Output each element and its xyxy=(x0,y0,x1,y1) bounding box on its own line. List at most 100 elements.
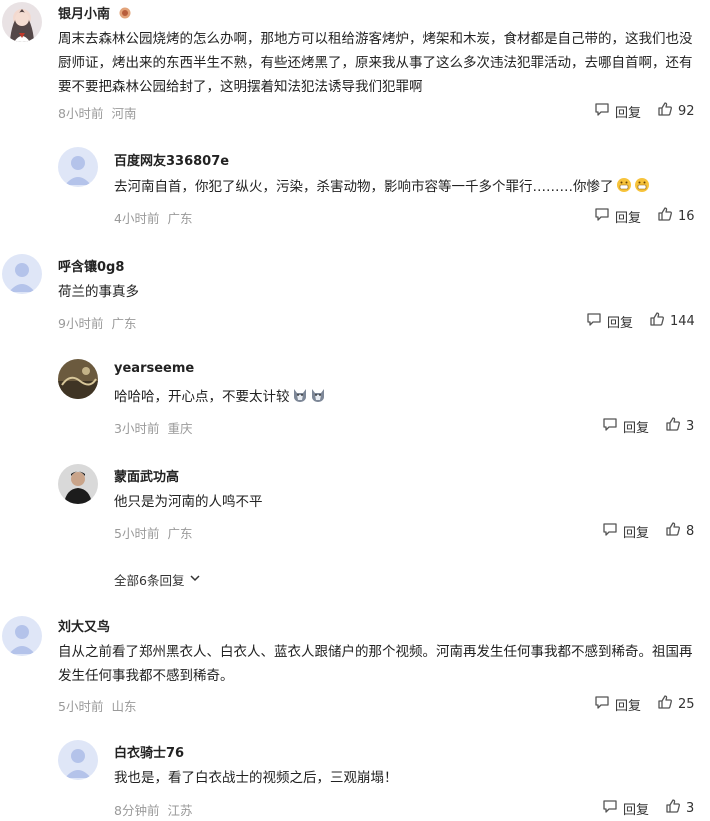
comment-meta: 5小时前 山东 xyxy=(58,696,136,715)
timestamp: 9小时前 xyxy=(58,316,104,331)
husky-emoji-icon xyxy=(292,387,308,411)
avatar[interactable] xyxy=(58,359,98,399)
timestamp: 5小时前 xyxy=(114,526,160,541)
comment-meta: 8小时前 河南 xyxy=(58,103,136,122)
reply-label[interactable]: 回复 xyxy=(623,417,649,436)
like-count[interactable]: 25 xyxy=(678,697,695,712)
like-count[interactable]: 3 xyxy=(686,419,694,434)
comment-bubble-icon xyxy=(602,521,623,541)
reply-button[interactable]: 回复 xyxy=(594,101,641,121)
reply-button[interactable]: 回复 xyxy=(602,416,649,436)
location: 河南 xyxy=(111,106,137,121)
username[interactable]: 百度网友336807e xyxy=(114,150,229,169)
comment-text: 去河南自首，你犯了纵火，污染，杀害动物，影响市容等一千多个罪行………你惨了 xyxy=(114,175,700,201)
location: 广东 xyxy=(167,526,193,541)
timestamp: 8小时前 xyxy=(58,106,104,121)
comment-meta: 8分钟前 江苏 xyxy=(114,800,192,819)
grimace-emoji-icon xyxy=(634,177,650,201)
reply-button[interactable]: 回复 xyxy=(602,521,649,541)
show-all-replies-label[interactable]: 全部6条回复 xyxy=(114,570,184,589)
timestamp: 8分钟前 xyxy=(114,803,160,818)
location: 山东 xyxy=(111,699,137,714)
comment-meta: 3小时前 重庆 xyxy=(114,418,192,437)
comment-text: 他只是为河南的人鸣不平 xyxy=(114,494,263,510)
grimace-emoji-icon xyxy=(616,177,632,201)
thumbs-up-icon xyxy=(657,101,678,121)
like-count[interactable]: 3 xyxy=(686,801,694,816)
like-button[interactable]: 25 xyxy=(657,694,695,714)
thumbs-up-icon xyxy=(665,798,686,818)
comment-actions: 回复 16 xyxy=(594,206,695,226)
avatar[interactable] xyxy=(2,254,42,294)
thumbs-up-icon xyxy=(665,416,686,436)
like-count[interactable]: 16 xyxy=(678,209,695,224)
comment-actions: 回复 25 xyxy=(594,694,695,714)
like-button[interactable]: 3 xyxy=(665,416,694,436)
location: 广东 xyxy=(111,316,137,331)
avatar[interactable] xyxy=(2,616,42,656)
location: 广东 xyxy=(167,211,193,226)
comment-actions: 回复 144 xyxy=(586,311,695,331)
thumbs-up-icon xyxy=(657,206,678,226)
comment-bubble-icon xyxy=(602,416,623,436)
reply-label[interactable]: 回复 xyxy=(607,312,633,331)
reply-label[interactable]: 回复 xyxy=(623,522,649,541)
timestamp: 3小时前 xyxy=(114,421,160,436)
comment-bubble-icon xyxy=(594,101,615,121)
comment-text: 哈哈哈，开心点，不要太计较 xyxy=(114,385,700,411)
comment-actions: 回复 8 xyxy=(602,521,694,541)
like-button[interactable]: 8 xyxy=(665,521,694,541)
avatar[interactable] xyxy=(58,147,98,187)
like-button[interactable]: 3 xyxy=(665,798,694,818)
username-text[interactable]: 银月小南 xyxy=(58,7,110,22)
reply-label[interactable]: 回复 xyxy=(615,207,641,226)
timestamp: 5小时前 xyxy=(58,699,104,714)
comment-text: 我也是，看了白衣战士的视频之后，三观崩塌！ xyxy=(114,770,398,786)
comment-text: 自从之前看了郑州黑衣人、白衣人、蓝衣人跟储户的那个视频。河南再发生任何事我都不感… xyxy=(58,644,693,684)
comment-text-body: 去河南自首，你犯了纵火，污染，杀害动物，影响市容等一千多个罪行………你惨了 xyxy=(114,179,614,195)
chevron-down-icon xyxy=(184,572,201,587)
comment-actions: 回复 3 xyxy=(602,798,694,818)
show-all-replies-button[interactable]: 全部6条回复 xyxy=(114,570,201,589)
comment-text: 荷兰的事真多 xyxy=(58,284,139,300)
comment-meta: 4小时前 广东 xyxy=(114,208,192,227)
username[interactable]: yearseeme xyxy=(114,361,194,376)
reply-label[interactable]: 回复 xyxy=(615,102,641,121)
avatar[interactable] xyxy=(58,740,98,780)
like-count[interactable]: 92 xyxy=(678,104,695,119)
reply-button[interactable]: 回复 xyxy=(602,798,649,818)
comment-bubble-icon xyxy=(594,206,615,226)
level-badge-icon xyxy=(119,7,131,23)
like-count[interactable]: 8 xyxy=(686,524,694,539)
comment-meta: 5小时前 广东 xyxy=(114,523,192,542)
username[interactable]: 白衣骑士76 xyxy=(114,742,184,761)
thumbs-up-icon xyxy=(665,521,686,541)
avatar[interactable] xyxy=(58,464,98,504)
thumbs-up-icon xyxy=(657,694,678,714)
reply-label[interactable]: 回复 xyxy=(615,695,641,714)
thumbs-up-icon xyxy=(649,311,670,331)
like-button[interactable]: 144 xyxy=(649,311,695,331)
username[interactable]: 呼含镶0g8 xyxy=(58,256,124,275)
like-button[interactable]: 16 xyxy=(657,206,695,226)
reply-label[interactable]: 回复 xyxy=(623,799,649,818)
reply-button[interactable]: 回复 xyxy=(586,311,633,331)
comment-meta: 9小时前 广东 xyxy=(58,313,136,332)
like-button[interactable]: 92 xyxy=(657,101,695,121)
comment-bubble-icon xyxy=(586,311,607,331)
avatar[interactable] xyxy=(2,2,42,42)
reply-button[interactable]: 回复 xyxy=(594,206,641,226)
username[interactable]: 刘大又鸟 xyxy=(58,616,110,635)
comment-bubble-icon xyxy=(602,798,623,818)
timestamp: 4小时前 xyxy=(114,211,160,226)
comment-bubble-icon xyxy=(594,694,615,714)
comment-actions: 回复 92 xyxy=(594,101,695,121)
location: 江苏 xyxy=(167,803,193,818)
reply-button[interactable]: 回复 xyxy=(594,694,641,714)
like-count[interactable]: 144 xyxy=(670,314,695,329)
husky-emoji-icon xyxy=(310,387,326,411)
comment-text-body: 哈哈哈，开心点，不要太计较 xyxy=(114,389,290,405)
comment-actions: 回复 3 xyxy=(602,416,694,436)
username[interactable]: 蒙面武功高 xyxy=(114,466,179,485)
username[interactable]: 银月小南 xyxy=(58,3,131,23)
